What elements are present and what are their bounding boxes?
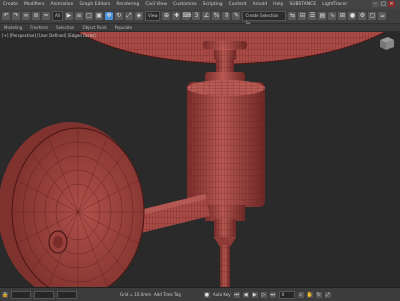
go-to-start-icon[interactable]: ⏮ <box>233 291 240 298</box>
select-scale-icon[interactable]: ⤢ <box>124 12 133 20</box>
current-frame-field[interactable]: 0 <box>278 290 295 299</box>
menu-customize[interactable]: Customize <box>170 2 200 7</box>
menu-create[interactable]: Create <box>0 2 21 7</box>
select-rotate-icon[interactable]: ↻ <box>114 12 123 20</box>
close-button[interactable]: × <box>388 1 395 7</box>
tab-populate[interactable]: Populate <box>115 25 132 30</box>
play-icon[interactable]: ▶ <box>251 291 258 298</box>
reference-coordinate-dropdown[interactable]: View <box>144 11 161 21</box>
window-crossing-icon[interactable]: ▣ <box>94 12 103 20</box>
place-icon[interactable]: ◈ <box>134 12 143 20</box>
maximize-button[interactable]: □ <box>380 1 387 7</box>
unlink-icon[interactable]: ⊘ <box>32 12 40 20</box>
menu-arnold[interactable]: Arnold <box>250 2 271 7</box>
viewcube-icon[interactable] <box>376 35 396 51</box>
spinner-snap-icon[interactable]: ⇕ <box>222 12 231 20</box>
select-by-name-icon[interactable]: ≡ <box>74 12 83 20</box>
next-frame-icon[interactable]: ▷ <box>260 291 267 298</box>
tab-modeling[interactable]: Modeling <box>4 25 22 30</box>
selection-filter-dropdown[interactable]: All <box>52 11 63 21</box>
auto-key-button[interactable]: Auto Key <box>213 292 231 297</box>
menu-civil-view[interactable]: Civil View <box>142 2 170 7</box>
select-move-icon[interactable]: ✥ <box>104 12 113 20</box>
select-object-icon[interactable]: ▶ <box>64 12 73 20</box>
lamp-body <box>187 72 265 287</box>
rendered-frame-window-icon[interactable]: ▢ <box>368 12 377 20</box>
pan-icon[interactable]: ✋ <box>306 291 313 298</box>
menu-graph-editors[interactable]: Graph Editors <box>76 2 113 7</box>
tab-object-paint[interactable]: Object Paint <box>82 25 106 30</box>
viewport-label[interactable]: [+] [Perspective] [User Defined] [Edged … <box>2 33 96 38</box>
menu-bar: Create Modifiers Animation Graph Editors… <box>0 0 400 9</box>
material-editor-icon[interactable]: ● <box>348 12 357 20</box>
lamp-model-render <box>0 32 386 287</box>
select-manipulate-icon[interactable]: ✚ <box>172 12 181 20</box>
previous-frame-icon[interactable]: ◀ <box>242 291 249 298</box>
tab-selection[interactable]: Selection <box>56 25 74 30</box>
tab-freeform[interactable]: Freeform <box>30 25 48 30</box>
menu-animation[interactable]: Animation <box>48 2 77 7</box>
z-coordinate-field[interactable] <box>57 290 77 299</box>
perspective-viewport[interactable]: [+] [Perspective] [User Defined] [Edged … <box>0 32 400 287</box>
menu-substance[interactable]: SUBSTANCE <box>286 2 319 7</box>
auto-key-icon[interactable]: ● <box>203 291 210 298</box>
pivot-center-icon[interactable]: ⊕ <box>162 12 171 20</box>
menu-content[interactable]: Content <box>226 2 250 7</box>
grid-size-text: Grid = 10.0mm <box>120 292 151 297</box>
menu-lighttracer[interactable]: LightTracer <box>319 2 350 7</box>
snaps-toggle-icon[interactable]: 3 <box>192 12 201 20</box>
keyboard-shortcut-icon[interactable]: ⌨ <box>182 12 191 20</box>
align-icon[interactable]: ⊟ <box>298 12 307 20</box>
main-toolbar: ↶ ↷ ∞ ⊘ ≈ All ▶ ≡ □ ▣ ✥ ↻ ⤢ ◈ View ⊕ ✚ ⌨… <box>0 9 400 26</box>
redo-icon[interactable]: ↷ <box>12 12 20 20</box>
bind-space-warp-icon[interactable]: ≈ <box>42 12 50 20</box>
percent-snap-icon[interactable]: % <box>212 12 221 20</box>
maximize-viewport-icon[interactable]: ⤢ <box>324 291 331 298</box>
status-bar: 🔒 Grid = 10.0mm Add Time Tag ● Auto Key … <box>0 287 400 301</box>
link-icon[interactable]: ∞ <box>22 12 30 20</box>
menu-help[interactable]: Help <box>270 2 286 7</box>
go-to-end-icon[interactable]: ⏭ <box>269 291 276 298</box>
render-production-icon[interactable]: ☕ <box>378 12 387 20</box>
layer-explorer-icon[interactable]: ☰ <box>308 12 317 20</box>
render-setup-icon[interactable]: ⚙ <box>358 12 367 20</box>
schematic-view-icon[interactable]: ⊞ <box>338 12 347 20</box>
named-selection-sets-dropdown[interactable]: Create Selection Se <box>242 11 287 26</box>
orbit-icon[interactable]: ↻ <box>315 291 322 298</box>
zoom-icon[interactable]: ⌕ <box>297 291 304 298</box>
minimize-button[interactable]: – <box>372 1 379 7</box>
x-coordinate-field[interactable] <box>11 290 31 299</box>
menu-modifiers[interactable]: Modifiers <box>21 2 48 7</box>
menu-rendering[interactable]: Rendering <box>113 2 142 7</box>
ribbon-tabs: Modeling Freeform Selection Object Paint… <box>0 24 400 31</box>
y-coordinate-field[interactable] <box>34 290 54 299</box>
angle-snap-icon[interactable]: ∠ <box>202 12 211 20</box>
edit-named-selection-icon[interactable]: ✎ <box>232 12 241 20</box>
selection-region-icon[interactable]: □ <box>84 12 93 20</box>
menu-scripting[interactable]: Scripting <box>200 2 226 7</box>
toggle-ribbon-icon[interactable]: ▤ <box>318 12 327 20</box>
add-time-tag-button[interactable]: Add Time Tag <box>154 292 181 297</box>
curve-editor-icon[interactable]: ∿ <box>328 12 337 20</box>
mirror-icon[interactable]: ⇆ <box>288 12 297 20</box>
lock-selection-icon[interactable]: 🔒 <box>2 291 8 298</box>
wall-plate <box>0 122 145 287</box>
undo-icon[interactable]: ↶ <box>2 12 10 20</box>
